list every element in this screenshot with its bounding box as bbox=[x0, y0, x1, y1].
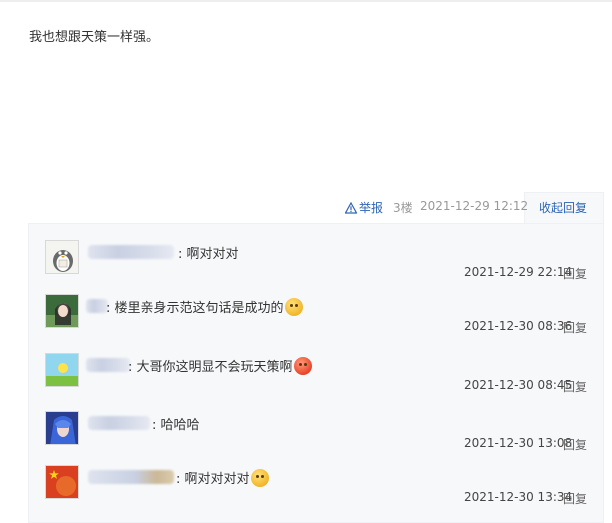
portrait-avatar-icon bbox=[46, 295, 78, 327]
post-content: 我也想跟天策一样强。 bbox=[29, 30, 160, 45]
reply-timestamp: 2021-12-30 13:34 bbox=[464, 490, 573, 504]
reply-button[interactable]: 回复 bbox=[563, 490, 587, 507]
landscape-avatar-icon bbox=[46, 354, 78, 386]
reply-button[interactable]: 回复 bbox=[563, 265, 587, 282]
angry-emoji-icon bbox=[293, 357, 312, 375]
floor-number: 3楼 bbox=[393, 201, 413, 215]
warning-icon bbox=[345, 202, 357, 214]
blurred-username bbox=[88, 416, 150, 430]
reply-content: : 啊对对对对 bbox=[176, 468, 269, 487]
smile-emoji-icon bbox=[250, 469, 269, 487]
reply-content: : 大哥你这明显不会玩天策啊 bbox=[128, 356, 312, 375]
reply-button[interactable]: 回复 bbox=[563, 319, 587, 336]
blurred-username bbox=[86, 358, 130, 372]
avatar[interactable] bbox=[45, 240, 79, 274]
post-timestamp: 2021-12-29 12:12 bbox=[420, 199, 529, 213]
reply-timestamp: 2021-12-30 08:45 bbox=[464, 378, 573, 392]
avatar[interactable] bbox=[45, 411, 79, 445]
reply-item: : 大哥你这明显不会玩天策啊 2021-12-30 08:45 回复 bbox=[28, 340, 604, 398]
reply-timestamp: 2021-12-30 13:08 bbox=[464, 436, 573, 450]
avatar[interactable] bbox=[45, 353, 79, 387]
collapse-replies-button[interactable]: 收起回复 bbox=[539, 199, 587, 216]
reply-item: : 啊对对对 2021-12-29 22:14 回复 bbox=[28, 227, 604, 285]
reply-item: : 楼里亲身示范这句话是成功的 2021-12-30 08:36 回复 bbox=[28, 281, 604, 339]
reply-button[interactable]: 回复 bbox=[563, 436, 587, 453]
reply-button[interactable]: 回复 bbox=[563, 378, 587, 395]
smile-emoji-icon bbox=[284, 298, 303, 316]
blurred-username bbox=[86, 299, 108, 313]
reply-timestamp: 2021-12-30 08:36 bbox=[464, 319, 573, 333]
avatar[interactable] bbox=[45, 294, 79, 328]
blurred-username bbox=[88, 470, 174, 484]
reply-content: : 啊对对对 bbox=[178, 247, 239, 262]
reply-item: : 啊对对对对 2021-12-30 13:34 回复 bbox=[28, 452, 604, 510]
penguin-avatar-icon bbox=[46, 241, 78, 273]
report-label: 举报 bbox=[359, 201, 384, 215]
top-divider bbox=[0, 0, 612, 2]
flag-avatar-icon bbox=[46, 466, 78, 498]
reply-item: : 哈哈哈 2021-12-30 13:08 回复 bbox=[28, 398, 604, 456]
blurred-username bbox=[88, 245, 174, 259]
reply-content: : 楼里亲身示范这句话是成功的 bbox=[106, 297, 303, 316]
reply-timestamp: 2021-12-29 22:14 bbox=[464, 265, 573, 279]
anime-avatar-icon bbox=[46, 412, 78, 444]
reply-content: : 哈哈哈 bbox=[152, 418, 200, 433]
post-meta: 举报 3楼 2021-12-29 12:12 bbox=[0, 199, 612, 217]
avatar[interactable] bbox=[45, 465, 79, 499]
report-link[interactable]: 举报 bbox=[345, 199, 383, 216]
